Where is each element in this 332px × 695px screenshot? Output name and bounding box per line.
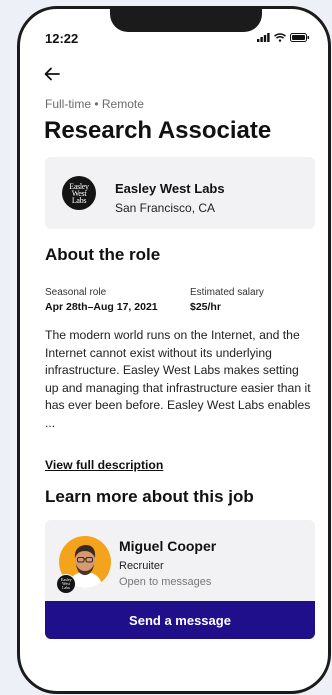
company-location: San Francisco, CA (115, 201, 216, 215)
send-message-button[interactable]: Send a message (45, 601, 315, 639)
signal-icon (257, 33, 270, 42)
job-description: The modern world runs on the Internet, a… (45, 328, 311, 430)
phone-notch (110, 9, 262, 32)
company-badge-text: Easley West Labs (61, 577, 72, 590)
recruiter-role: Recruiter (119, 560, 164, 572)
company-badge: Easley West Labs (56, 574, 76, 594)
wifi-icon (274, 33, 286, 42)
company-name: Easley West Labs (115, 181, 225, 196)
back-arrow-icon[interactable] (44, 67, 60, 81)
status-icons (257, 33, 310, 42)
recruiter-status: Open to messages (119, 576, 212, 588)
role-dates: Apr 28th–Aug 17, 2021 (45, 301, 158, 313)
salary-value: $25/hr (190, 301, 221, 313)
job-meta: Full-time • Remote (45, 97, 144, 111)
company-card[interactable]: Easley West Labs Easley West Labs San Fr… (45, 157, 315, 229)
job-title: Research Associate (44, 117, 272, 144)
company-logo-text: Easley West Labs (69, 181, 89, 205)
about-heading: About the role (45, 245, 161, 264)
recruiter-name: Miguel Cooper (119, 538, 217, 554)
role-type-label: Seasonal role (45, 287, 107, 298)
battery-icon (290, 33, 310, 42)
view-full-description-link[interactable]: View full description (45, 458, 163, 472)
status-time: 12:22 (45, 31, 79, 46)
company-logo: Easley West Labs (62, 176, 96, 210)
salary-label: Estimated salary (190, 287, 264, 298)
phone-frame: 12:22 Full-time • Remote Research Associ… (17, 6, 331, 694)
learn-more-heading: Learn more about this job (45, 487, 254, 506)
